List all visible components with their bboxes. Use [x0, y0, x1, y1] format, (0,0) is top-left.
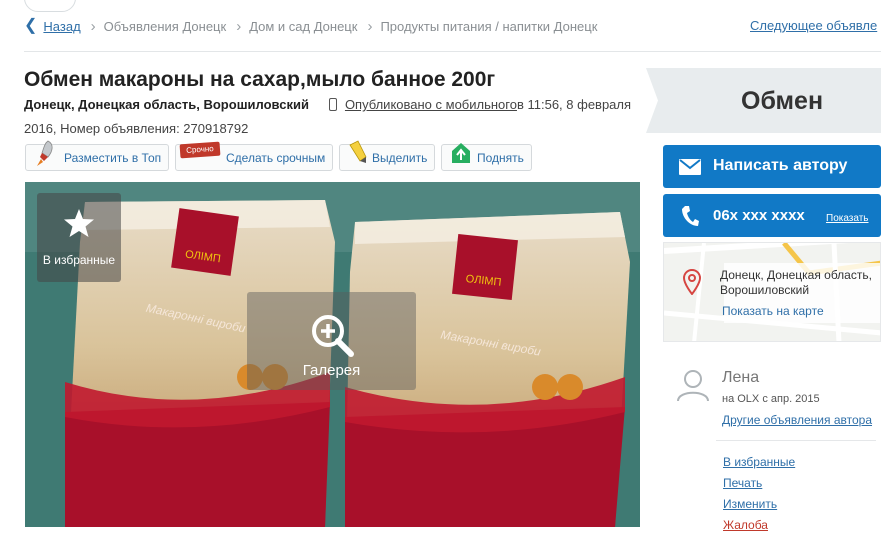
phone-number: 06x xxx xxxx: [713, 207, 805, 224]
make-urgent-button[interactable]: Срочно Сделать срочным: [175, 141, 333, 171]
zoom-icon: [312, 315, 354, 357]
breadcrumb-item[interactable]: Продукты питания / напитки Донецк: [380, 19, 597, 34]
user-name: Лена: [722, 369, 760, 386]
urgent-icon: Срочно: [179, 141, 221, 159]
marker-icon: [349, 140, 367, 163]
breadcrumb: ❮ Назад › Объявления Донецк › Дом и сад …: [24, 16, 597, 36]
handset-icon: [682, 206, 699, 226]
breadcrumb-item[interactable]: Объявления Донецк: [104, 19, 227, 34]
back-link[interactable]: Назад: [43, 19, 80, 34]
gallery-button[interactable]: Галерея: [247, 292, 416, 390]
map-preview[interactable]: Донецк, Донецкая область, Ворошиловский …: [663, 242, 881, 342]
map-pin-icon: [683, 269, 701, 295]
user-icon: [677, 370, 709, 402]
raise-label: Поднять: [477, 151, 524, 165]
chevron-right-icon: ›: [90, 17, 96, 35]
edit-link[interactable]: Изменить: [723, 497, 777, 511]
price-value: Обмен: [741, 87, 824, 115]
breadcrumb-item[interactable]: Дом и сад Донецк: [249, 19, 357, 34]
published-time: в 11:56, 8 февраля: [516, 97, 632, 112]
highlight-label: Выделить: [372, 151, 428, 165]
raise-icon: [452, 143, 470, 163]
ad-meta: Донецк, Донецкая область, Ворошиловский …: [24, 97, 631, 112]
raise-button[interactable]: Поднять: [441, 143, 532, 171]
ad-title: Обмен макароны на сахар,мыло банное 200г: [24, 68, 496, 91]
other-ads-link[interactable]: Другие объявления автора: [722, 413, 872, 427]
back-arrow-icon[interactable]: ❮: [24, 18, 37, 34]
next-ad-link[interactable]: Следующее объявле: [750, 18, 877, 33]
rocket-icon: [37, 140, 53, 166]
map-address: Донецк, Донецкая область, Ворошиловский: [720, 268, 872, 297]
promote-top-label: Разместить в Топ: [64, 151, 162, 165]
complaint-link[interactable]: Жалоба: [723, 518, 768, 532]
highlight-button[interactable]: Выделить: [339, 140, 435, 171]
show-on-map-link[interactable]: Показать на карте: [722, 304, 824, 318]
envelope-icon: [679, 159, 701, 175]
price-tag: Обмен: [646, 68, 881, 133]
divider: [716, 440, 876, 441]
published-mobile-link[interactable]: Опубликовано с мобильного: [345, 97, 517, 112]
chevron-right-icon: ›: [367, 17, 373, 35]
promote-top-button[interactable]: Разместить в Топ: [25, 140, 169, 171]
phone-button[interactable]: 06x xxx xxxx Показать: [663, 194, 881, 237]
gallery-label: Галерея: [302, 362, 361, 379]
write-author-button[interactable]: Написать автору: [663, 145, 881, 188]
favorites-label: В избранные: [42, 253, 116, 267]
ad-meta-line2: 2016, Номер объявления: 270918792: [24, 121, 249, 136]
add-to-favorites-button[interactable]: В избранные: [37, 193, 121, 282]
header-tab-stub: [24, 0, 76, 12]
divider: [24, 51, 881, 52]
ad-location: Донецк, Донецкая область, Ворошиловский: [24, 97, 309, 112]
star-icon: [64, 209, 94, 237]
make-urgent-label: Сделать срочным: [226, 151, 326, 165]
user-since: на OLX с апр. 2015: [722, 393, 820, 405]
print-link[interactable]: Печать: [723, 476, 762, 490]
write-author-label: Написать автору: [713, 157, 848, 174]
show-phone-link[interactable]: Показать: [826, 213, 869, 224]
phone-icon: [328, 98, 337, 111]
chevron-right-icon: ›: [236, 17, 242, 35]
sidebar-favorites-link[interactable]: В избранные: [723, 455, 795, 469]
